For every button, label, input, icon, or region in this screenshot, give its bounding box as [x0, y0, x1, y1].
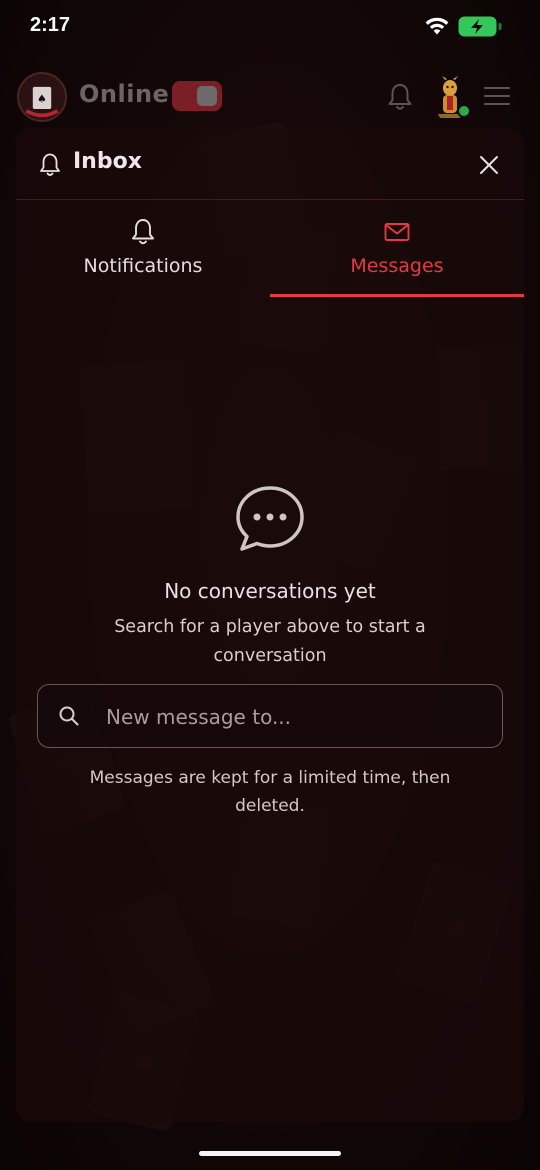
- close-button[interactable]: [472, 148, 506, 182]
- tab-notifications[interactable]: Notifications: [16, 201, 270, 297]
- bell-icon: [40, 153, 60, 176]
- bell-icon[interactable]: [386, 82, 414, 112]
- mail-icon: [384, 223, 410, 241]
- bell-icon: [132, 219, 154, 245]
- search-icon: [59, 706, 79, 726]
- empty-state-title: No conversations yet: [164, 579, 376, 603]
- status-time: 2:17: [30, 14, 71, 36]
- user-avatar[interactable]: [430, 76, 471, 118]
- inbox-tabs: Notifications Messages: [16, 201, 524, 297]
- status-bar: 2:17: [0, 0, 540, 56]
- retention-note: Messages are kept for a limited time, th…: [89, 768, 451, 816]
- empty-state: No conversations yet Search for a player…: [16, 483, 524, 671]
- home-indicator[interactable]: [199, 1151, 341, 1156]
- empty-state-subtitle: Search for a player above to start a con…: [114, 617, 426, 666]
- online-status-dot: [457, 104, 471, 118]
- inbox-header: Inbox: [16, 128, 524, 200]
- hangman-logo-icon: ♠: [25, 86, 59, 118]
- toggle-knob: [197, 86, 217, 106]
- battery-charging-icon: [458, 16, 502, 37]
- app-header: ♠ Online: [0, 66, 540, 126]
- chat-bubble-icon: [236, 486, 304, 551]
- tab-messages-label: Messages: [350, 255, 444, 277]
- app-screen: ♠ ♠ ♠ ♠ ♠ ♠ ♠ ♠ ♠ ♠ 2:17 ♠ Online: [0, 0, 540, 1170]
- tab-notifications-label: Notifications: [83, 255, 203, 277]
- hamburger-menu-icon[interactable]: [483, 84, 511, 108]
- svg-text:♠: ♠: [37, 93, 47, 106]
- app-logo[interactable]: ♠: [17, 72, 67, 122]
- online-label: Online: [79, 80, 170, 108]
- inbox-panel: Inbox Notifications Messages No conversa…: [16, 128, 524, 1122]
- active-tab-indicator: [270, 294, 524, 297]
- close-icon: [480, 156, 498, 174]
- new-message-search[interactable]: [37, 684, 503, 748]
- tab-messages[interactable]: Messages: [270, 201, 524, 297]
- inbox-title: Inbox: [73, 149, 142, 174]
- online-toggle[interactable]: [172, 81, 222, 111]
- wifi-icon: [425, 17, 449, 35]
- new-message-input[interactable]: [104, 685, 488, 748]
